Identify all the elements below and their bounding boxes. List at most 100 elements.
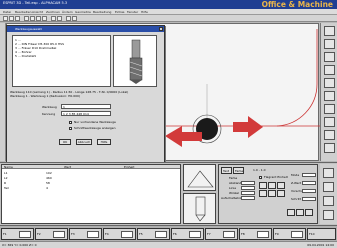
checkbox-label: Schnittwerkzeuge anzeigen [74,126,116,130]
menu-item[interactable]: Bearbeitung [93,10,111,14]
style-button[interactable] [259,190,267,197]
function-key[interactable]: F4 [103,228,136,240]
table-cell: L1 [4,171,8,175]
show-tools-checkbox[interactable] [69,127,72,130]
apply-button[interactable] [305,209,313,216]
ok-button[interactable]: OK [59,139,71,145]
dialog-title: Werkzeugauswahl [7,26,164,32]
menu-item[interactable]: Extras [115,10,124,14]
line-tool-icon[interactable] [324,26,335,36]
function-key[interactable]: F2 [35,228,68,240]
function-key[interactable]: F1 [1,228,34,240]
column-header: Einheit [122,165,180,169]
mode-input[interactable] [302,173,316,177]
arc-tool-icon[interactable] [324,39,335,49]
function-key-bar: F1 F2 F3 F4 F5 F6 F7 F8 F9 F10 [0,225,337,241]
menu-item[interactable]: Bearbeiten [15,10,31,14]
style-button[interactable] [259,182,267,189]
tool-profile-icon [187,170,214,188]
fkey-label: F9 [275,232,279,236]
paste-icon[interactable] [42,16,47,21]
end-mill-icon [129,39,143,84]
right-toolbar [320,23,337,161]
arrow-right-icon [233,116,263,138]
fkey-label: F3 [71,232,75,236]
new-file-icon[interactable] [3,16,8,21]
panel-tool-icon[interactable] [323,210,334,220]
function-key[interactable]: F3 [69,228,102,240]
menu-item[interactable]: Ansicht [32,10,43,14]
tab-label: Farbe [235,169,244,173]
undo-icon[interactable] [51,16,56,21]
apply-button[interactable] [287,209,295,216]
apply-button[interactable] [296,209,304,216]
winkel-input[interactable] [241,191,255,195]
style-button[interactable] [277,190,285,197]
fkey-icon [223,231,235,238]
close-icon[interactable] [159,27,163,31]
tool-selection-dialog: Werkzeugauswahl 1 ... 2 ... DIN Fräser D… [6,25,165,165]
fkey-icon [19,231,31,238]
abstand-input[interactable] [241,181,255,185]
redo-icon[interactable] [57,16,62,21]
werkzeug-input[interactable]: 1 [61,104,111,109]
schritt-input[interactable] [302,197,316,201]
menu-item[interactable]: Hilfe [141,10,148,14]
function-key[interactable]: F7 [205,228,238,240]
function-key[interactable]: F5 [137,228,170,240]
rectangle-tool-icon[interactable] [324,65,335,75]
cancel-button[interactable]: Abbruch [76,139,92,145]
linie-input[interactable] [241,186,255,190]
text-tool-icon[interactable] [324,91,335,101]
aufschalt-input[interactable] [241,196,255,200]
dimension-tool-icon[interactable] [324,104,335,114]
tool-thumbnail[interactable] [183,193,216,224]
tab-text[interactable]: Text [221,167,232,174]
tool-preview [113,35,157,87]
list-item[interactable]: 5 ... Drehstahl [15,54,36,58]
help-button[interactable]: Hilfe [97,139,111,145]
kennung-input[interactable]: 1 2 3 85 448 014 [61,111,111,116]
menu-item[interactable]: Ändern [62,10,73,14]
polygon-tool-icon[interactable] [324,78,335,88]
panel-tool-icon[interactable] [323,168,334,178]
function-key[interactable]: F8 [239,228,272,240]
style-button[interactable] [268,190,276,197]
circle-tool-icon[interactable] [324,52,335,62]
zoom-icon[interactable] [66,16,71,21]
open-file-icon[interactable] [9,16,14,21]
function-key[interactable]: F10 [307,228,336,240]
menu-item[interactable]: Datei [3,10,11,14]
flagrant-checkbox[interactable] [259,176,262,179]
hatch-tool-icon[interactable] [324,117,335,127]
function-key[interactable]: F6 [171,228,204,240]
menu-item[interactable]: Zeichnen [46,10,60,14]
tab-color[interactable]: Farbe [233,167,244,174]
column-header: Wert [62,165,122,169]
table-cell: 4 [46,186,48,190]
fkey-icon [53,231,65,238]
tool-thumbnail[interactable] [183,164,216,191]
panel-tool-icon[interactable] [323,196,334,206]
menu-item[interactable]: Geometrie [75,10,91,14]
style-button[interactable] [268,182,276,189]
tool-list[interactable]: 1 ... 2 ... DIN Fräser D5.300 R5.0 HSS 3… [12,35,111,87]
vorschub-input[interactable] [302,189,316,193]
menu-item[interactable]: Fenster [127,10,138,14]
save-icon[interactable] [15,16,20,21]
style-button[interactable] [277,182,285,189]
tool-info-line: Werkzeug 1 - Werkzeug 1 (Radiuskorr. H0.… [10,94,81,98]
zwert-input[interactable] [302,181,316,185]
only-existing-checkbox[interactable] [69,121,72,124]
copy-icon[interactable] [36,16,41,21]
mirror-tool-icon[interactable] [324,130,335,140]
panel-tool-icon[interactable] [323,182,334,192]
fkey-label: F6 [173,232,177,236]
rotate-tool-icon[interactable] [324,143,335,153]
function-key[interactable]: F9 [273,228,306,240]
print-icon[interactable] [24,16,29,21]
status-datetime: 09.04.2001 14:00 [307,243,334,247]
cut-icon[interactable] [30,16,35,21]
fkey-label: F8 [241,232,245,236]
pan-icon[interactable] [72,16,77,21]
